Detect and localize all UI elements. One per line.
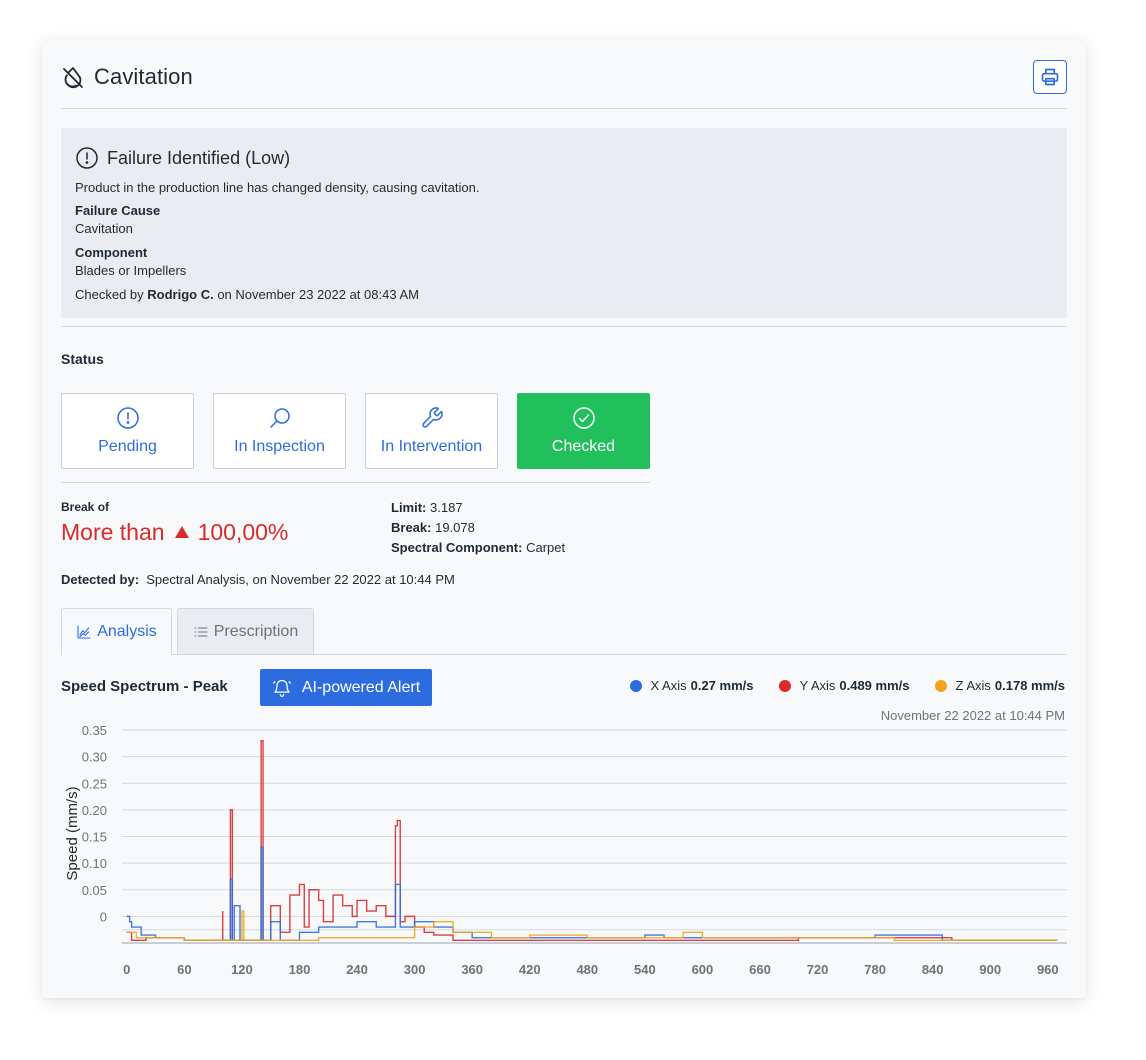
x-tick-label: 180 [289, 962, 311, 977]
failure-detail-card: Cavitation Failure Identified (Low) Prod… [42, 40, 1086, 998]
speed-spectrum-chart: 0 0.05 0.10 0.15 0.20 0.25 0.30 0.35 0 60 120 180 24… [64, 723, 1067, 977]
x-tick-label: 420 [519, 962, 541, 977]
y-tick-label: 0.20 [82, 803, 107, 818]
x-tick-label: 960 [1037, 962, 1059, 977]
y-tick-label: 0.05 [82, 883, 107, 898]
y-axis-label: Speed (mm/s) [64, 786, 81, 880]
x-tick-label: 900 [979, 962, 1001, 977]
x-tick-label: 120 [231, 962, 253, 977]
y-tick-label: 0.35 [82, 723, 107, 738]
x-tick-label: 360 [461, 962, 483, 977]
series-line-z-axis [126, 910, 1058, 942]
series-line-y-axis [126, 739, 1058, 942]
y-tick-label: 0.25 [82, 776, 107, 791]
x-tick-label: 60 [177, 962, 191, 977]
y-tick-label: 0.10 [82, 856, 107, 871]
x-tick-label: 240 [346, 962, 368, 977]
y-tick-label: 0.15 [82, 830, 107, 845]
y-tick-label: 0 [100, 909, 107, 924]
x-tick-label: 720 [807, 962, 829, 977]
x-tick-label: 600 [692, 962, 714, 977]
x-tick-label: 300 [404, 962, 426, 977]
x-tick-label: 480 [576, 962, 598, 977]
x-tick-label: 840 [922, 962, 944, 977]
x-tick-label: 0 [123, 962, 130, 977]
x-tick-label: 660 [749, 962, 771, 977]
y-tick-label: 0.30 [82, 750, 107, 765]
series-line-x-axis [126, 846, 1058, 942]
x-tick-label: 780 [864, 962, 886, 977]
x-tick-label: 540 [634, 962, 656, 977]
